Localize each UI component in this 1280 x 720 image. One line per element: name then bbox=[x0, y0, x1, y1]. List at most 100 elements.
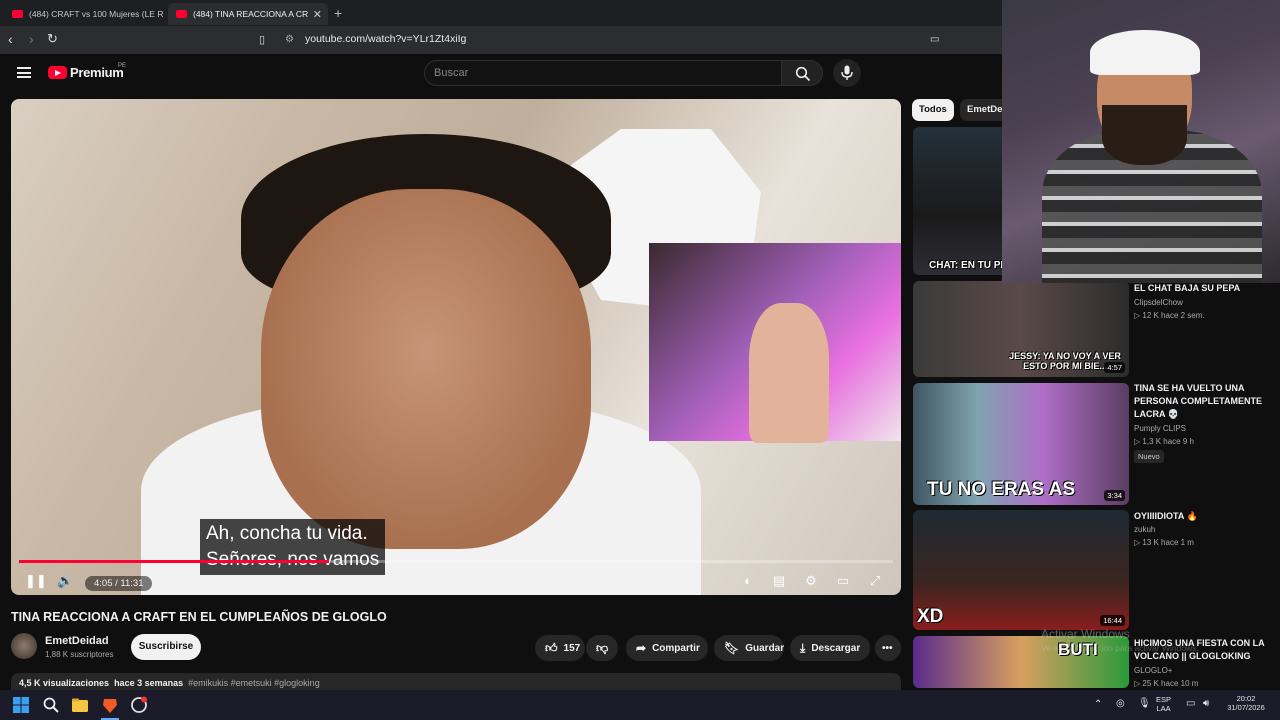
progress-fill bbox=[19, 560, 330, 563]
forward-icon[interactable]: › bbox=[29, 31, 34, 47]
microphone-icon bbox=[841, 65, 853, 80]
save-icon: 🔖︎ bbox=[724, 641, 740, 655]
volume-tray-icon[interactable]: 🔊︎ bbox=[1203, 698, 1209, 709]
more-actions-button[interactable]: ••• bbox=[875, 635, 901, 661]
chip-all[interactable]: Todos bbox=[912, 99, 954, 121]
tab-craft[interactable]: (484) CRAFT vs 100 Mujeres (LE ROBO bbox=[4, 3, 164, 25]
language-indicator[interactable]: ESP LAA bbox=[1156, 695, 1171, 713]
download-icon: ⤓ bbox=[800, 640, 806, 655]
windows-start-icon[interactable] bbox=[12, 696, 30, 714]
activation-watermark-subtext: Ve a Configuración para activar Windows. bbox=[1041, 643, 1199, 653]
recommendation-title[interactable]: EL CHAT BAJA SU PEPA bbox=[1134, 282, 1274, 295]
voice-search-button[interactable] bbox=[833, 59, 861, 87]
network-icon[interactable]: ▭ bbox=[1186, 698, 1195, 709]
download-label: Descargar bbox=[811, 642, 861, 654]
cast-icon[interactable]: ▭ bbox=[930, 34, 939, 45]
thumbnail-text: CHAT: EN TU PE bbox=[929, 260, 1008, 271]
thumbnail-text: XD bbox=[917, 606, 944, 627]
channel-avatar[interactable] bbox=[11, 633, 37, 659]
recommendation-title[interactable]: OYIIIIDIOTA 🔥 bbox=[1134, 510, 1274, 523]
streamer-overlay bbox=[649, 243, 901, 443]
pause-icon[interactable]: ❚❚ bbox=[25, 573, 47, 588]
upload-age: hace 3 semanas bbox=[114, 678, 184, 688]
recommendation-channel[interactable]: Pumply CLIPS bbox=[1134, 424, 1186, 433]
recommendation-channel[interactable]: ClipsdelChow bbox=[1134, 298, 1183, 307]
recommendation-meta: ▷ 13 K hace 1 m bbox=[1134, 538, 1194, 547]
view-count: 4,5 K visualizaciones bbox=[19, 678, 110, 688]
share-button[interactable]: ➦ Compartir bbox=[626, 635, 708, 661]
bookmark-icon[interactable]: ▯ bbox=[259, 33, 265, 46]
more-icon: ••• bbox=[882, 642, 893, 654]
recommendation-thumbnail[interactable]: TU NO ERAS AS 3:34 bbox=[913, 383, 1129, 505]
like-count: 157 bbox=[563, 642, 581, 654]
recommendation-channel[interactable]: GLOGLO+ bbox=[1134, 666, 1172, 675]
settings-icon[interactable]: ⚙ bbox=[803, 573, 819, 588]
download-button[interactable]: ⤓ Descargar bbox=[790, 635, 870, 661]
volume-icon[interactable]: 🔊 bbox=[57, 573, 73, 588]
recommendation-meta: ▷ 1,3 K hace 9 h bbox=[1134, 437, 1194, 446]
video-person-face bbox=[261, 189, 591, 549]
new-tab-button[interactable]: + bbox=[334, 5, 342, 21]
tab-label: (484) CRAFT vs 100 Mujeres (LE ROBO bbox=[29, 9, 164, 19]
search-button[interactable] bbox=[781, 60, 823, 86]
save-button[interactable]: 🔖︎ Guardar bbox=[714, 635, 784, 661]
taskbar-search-icon[interactable] bbox=[42, 696, 60, 714]
file-explorer-icon[interactable] bbox=[71, 696, 89, 714]
fullscreen-icon[interactable]: ⤢ bbox=[867, 573, 883, 588]
thumbs-down-icon: 👎︎ bbox=[596, 640, 609, 655]
progress-bar[interactable] bbox=[19, 560, 893, 563]
video-title: TINA REACCIONA A CRAFT EN EL CUMPLEAÑOS … bbox=[11, 610, 387, 624]
clock[interactable]: 20:02 31/07/2026 bbox=[1222, 694, 1270, 712]
youtube-header: Premium PE Buscar bbox=[0, 54, 1002, 94]
duration-badge: 16:44 bbox=[1100, 615, 1125, 626]
back-icon[interactable]: ‹ bbox=[8, 31, 13, 47]
video-player[interactable]: Ah, concha tu vida. Señores, nos vamos ❚… bbox=[11, 99, 901, 595]
search-icon bbox=[795, 66, 811, 82]
save-label: Guardar bbox=[745, 642, 785, 654]
caption-line-1: Ah, concha tu vida. bbox=[206, 523, 368, 544]
subscribe-button[interactable]: Suscribirse bbox=[131, 634, 201, 660]
menu-icon[interactable] bbox=[17, 67, 31, 78]
player-controls: ❚❚ 🔊 4:05 / 11:31 ◐ ▤ ⚙ ▭ ⤢ bbox=[11, 567, 901, 595]
dislike-button[interactable]: 👎︎ bbox=[586, 635, 618, 661]
search-input[interactable]: Buscar bbox=[424, 60, 782, 86]
microphone-tray-icon[interactable]: 🎙︎ bbox=[1138, 698, 1151, 709]
site-settings-icon[interactable]: ⚙ bbox=[285, 34, 294, 45]
app-icon[interactable] bbox=[130, 696, 148, 714]
time-display: 4:05 / 11:31 bbox=[85, 576, 153, 591]
autoplay-toggle-icon[interactable]: ◐ bbox=[738, 573, 758, 588]
like-button[interactable]: 👍︎ 157 bbox=[535, 635, 585, 661]
duration-badge: 3:34 bbox=[1104, 490, 1125, 501]
tab-tina[interactable]: (484) TINA REACCIONA A CR ✕ bbox=[168, 3, 328, 25]
address-bar: ‹ › ↻ ▯ ⚙ youtube.com/watch?v=YLr1Zt4xiI… bbox=[0, 26, 1002, 72]
hashtags[interactable]: #emikukis #emetsuki #glogloking bbox=[188, 678, 320, 688]
taskbar: ⌃ ◎ 🎙︎ ESP LAA ▭ 🔊︎ 20:02 31/07/2026 bbox=[0, 690, 1280, 720]
webcam-overlay bbox=[1002, 0, 1280, 283]
recommendation-thumbnail[interactable]: XD 16:44 bbox=[913, 510, 1129, 630]
browser-tab-bar: (484) CRAFT vs 100 Mujeres (LE ROBO (484… bbox=[0, 0, 1002, 26]
youtube-favicon-icon bbox=[12, 10, 23, 18]
recommendation-thumbnail[interactable]: JESSY: YA NO VOY A VER ESTO POR MI BIE..… bbox=[913, 281, 1129, 377]
youtube-premium-label[interactable]: Premium bbox=[70, 65, 124, 80]
recommendation-title[interactable]: TINA SE HA VUELTO UNA PERSONA COMPLETAME… bbox=[1134, 382, 1274, 421]
theater-mode-icon[interactable]: ▭ bbox=[835, 573, 851, 588]
webcam-person-cap bbox=[1090, 30, 1200, 75]
youtube-logo-icon[interactable] bbox=[48, 66, 67, 79]
new-badge: Nuevo bbox=[1134, 450, 1164, 463]
subtitles-icon[interactable]: ▤ bbox=[771, 573, 787, 588]
tab-label: (484) TINA REACCIONA A CR bbox=[193, 9, 309, 19]
tray-app-icon[interactable]: ◎ bbox=[1116, 698, 1125, 709]
activation-watermark: Activar Windows bbox=[1041, 627, 1130, 641]
share-label: Compartir bbox=[652, 642, 700, 654]
share-icon: ➦ bbox=[636, 641, 647, 655]
clock-time: 20:02 bbox=[1236, 694, 1256, 703]
reload-icon[interactable]: ↻ bbox=[47, 31, 58, 47]
channel-name[interactable]: EmetDeidad bbox=[45, 635, 109, 647]
url-field[interactable]: youtube.com/watch?v=YLr1Zt4xiIg bbox=[305, 33, 466, 45]
thumbnail-text: TU NO ERAS AS bbox=[927, 479, 1076, 500]
recommendation-channel[interactable]: zukuh bbox=[1134, 525, 1155, 534]
tray-overflow-icon[interactable]: ⌃ bbox=[1094, 699, 1102, 710]
close-tab-icon[interactable]: ✕ bbox=[313, 8, 322, 21]
brave-browser-icon[interactable] bbox=[101, 696, 119, 714]
recommendation-meta: ▷ 12 K hace 2 sem. bbox=[1134, 311, 1205, 320]
